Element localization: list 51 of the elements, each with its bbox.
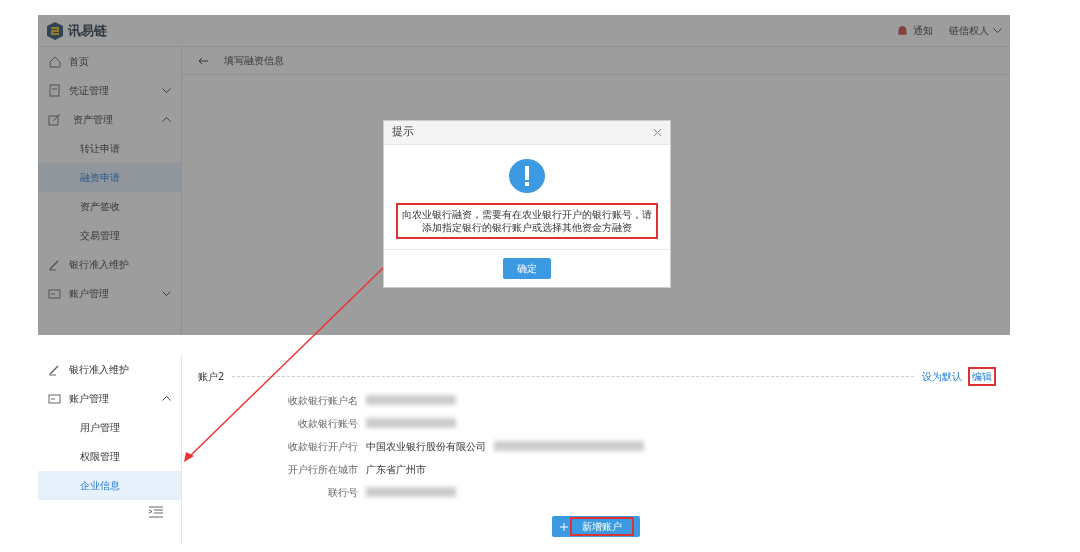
sidebar-item[interactable]: 权限管理 [38,442,181,471]
card-icon [48,287,61,300]
chevron-up-icon [162,396,171,401]
pen-icon [48,258,61,271]
sidebar-item[interactable]: 凭证管理 [38,76,181,105]
field-label: 收款银行账号 [297,416,358,431]
sidebar-item[interactable]: 账户管理 [38,384,181,413]
dialog-message: 向农业银行融资，需要有在农业银行开户的银行账号，请添加指定银行的银行账户或选择其他资金方融资 [396,203,658,239]
chevron-up-icon [162,117,171,122]
confirm-button[interactable]: 确定 [503,258,551,279]
sidebar-item[interactable]: 银行准入维护 [38,250,181,279]
sidebar-item[interactable]: 资产签收 [38,192,181,221]
card-icon [48,392,61,405]
chevron-down-icon [162,88,171,93]
warning-icon [509,159,545,193]
menu-collapse-icon[interactable] [149,506,163,518]
field-label: 开户行所在城市 [287,462,358,477]
sidebar-item[interactable]: 交易管理 [38,221,181,250]
sidebar-item[interactable]: 融资申请 [38,163,181,192]
chevron-down-icon [993,28,1002,33]
home-icon [48,55,61,68]
edit-link[interactable]: 编辑 [970,369,994,384]
user-menu[interactable]: 链信权人 [949,23,1002,38]
sidebar-item[interactable]: 账户管理 [38,279,181,308]
page-title: 填写融资信息 [224,54,284,68]
plus-icon [560,522,568,531]
document-icon [48,84,61,97]
field-label: 收款银行账户名 [287,393,358,408]
add-account-button[interactable]: 新增账户 [552,516,640,537]
notification-link[interactable]: 通知 [896,23,933,38]
dialog-title: 提示 [392,124,414,141]
logo-icon [46,20,64,41]
set-default-link[interactable]: 设为默认 [922,369,962,384]
field-value: 广东省广州市 [366,462,426,477]
sidebar-item[interactable]: 企业信息 [38,471,181,500]
sidebar-item[interactable]: 首页 [38,47,181,76]
sidebar-item[interactable]: 用户管理 [38,413,181,442]
field-label: 收款银行开户行 [287,439,358,454]
close-icon[interactable] [653,128,662,137]
edit-icon [48,113,61,126]
field-value: 中国农业银行股份有限公司 [366,439,486,454]
sidebar-item[interactable]: 资产管理 [38,105,181,134]
bell-icon [896,24,909,37]
account-title: 账户2 [198,370,225,384]
field-label: 联行号 [327,485,358,500]
pen-icon [48,363,61,376]
chevron-down-icon [162,291,171,296]
back-arrow-icon[interactable] [198,56,208,65]
sidebar-item[interactable]: 转让申请 [38,134,181,163]
sidebar-item[interactable]: 银行准入维护 [38,355,181,384]
logo-text: 讯易链 [68,21,107,40]
